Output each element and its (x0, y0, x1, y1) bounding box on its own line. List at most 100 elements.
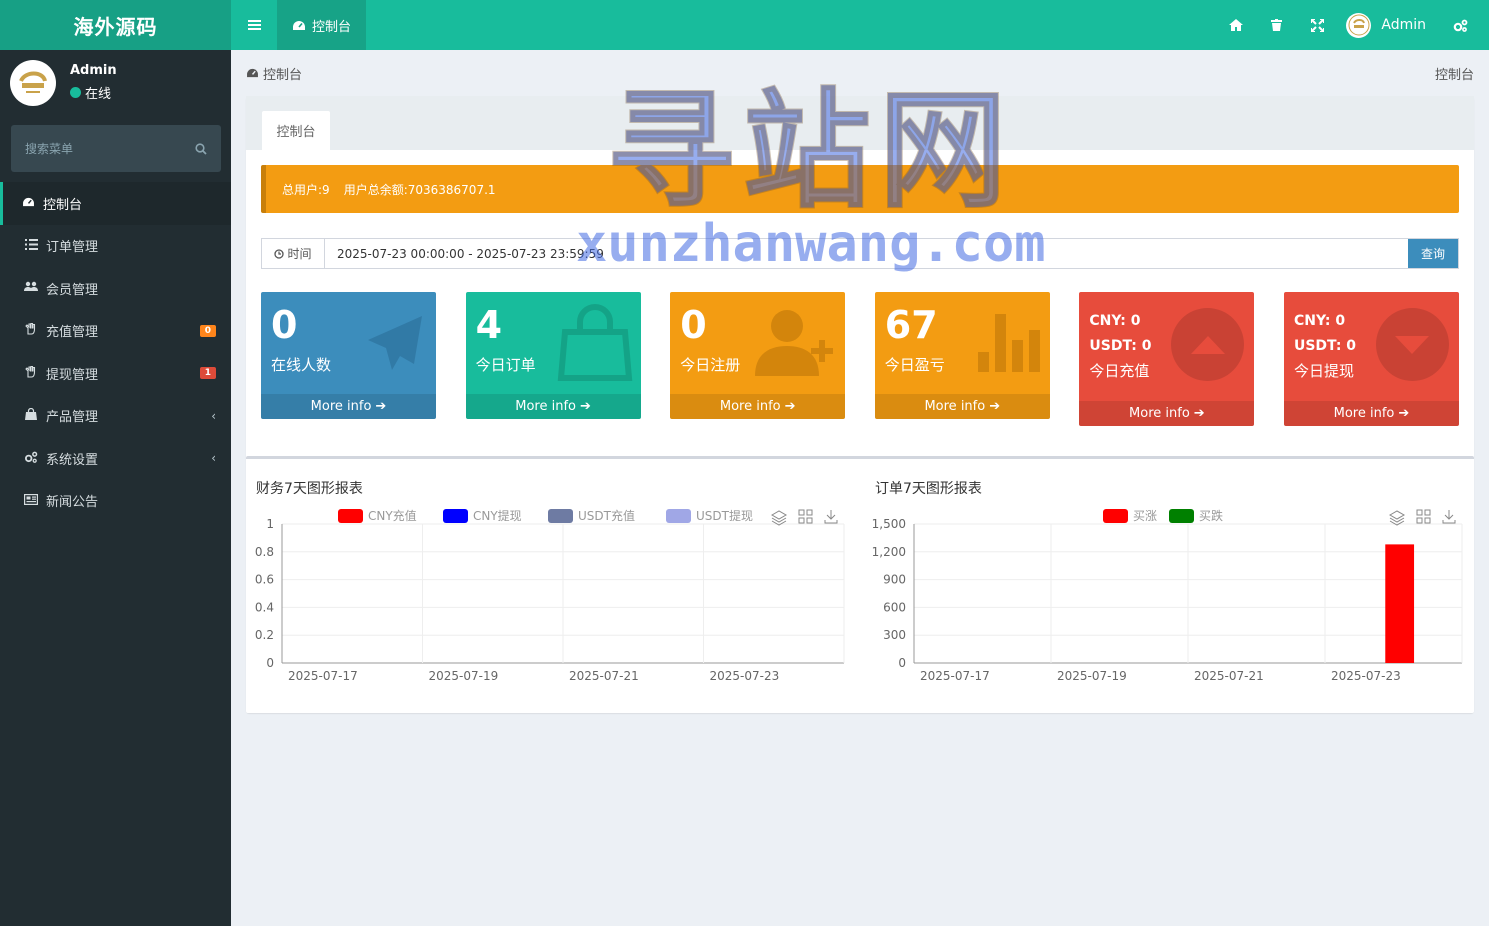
grid-view-icon[interactable] (798, 509, 813, 524)
stack-icon[interactable] (770, 510, 788, 526)
summary-callout: 总用户:9 用户总余额:7036386707.1 (261, 165, 1459, 213)
legend-swatch[interactable] (1169, 509, 1194, 523)
x-tick-label: 2025-07-23 (1331, 669, 1401, 683)
dashboard-panel: 控制台 总用户:9 用户总余额:7036386707.1 时间 2025-07-… (246, 96, 1474, 713)
sidebar-item-3[interactable]: 充值管理 0 (0, 310, 231, 353)
more-info-link[interactable]: More info ➔ (1079, 401, 1255, 426)
arrow-circle-right-icon: ➔ (1193, 406, 1205, 421)
x-tick-label: 2025-07-17 (920, 669, 990, 683)
more-info-link[interactable]: More info ➔ (670, 394, 846, 419)
arrow-circle-right-icon: ➔ (375, 399, 387, 414)
bar[interactable] (1385, 544, 1415, 663)
arrow-circle-right-icon: ➔ (784, 399, 796, 414)
y-tick-label: 900 (883, 573, 906, 587)
y-tick-label: 1,500 (872, 517, 906, 531)
search-icon[interactable] (195, 142, 207, 155)
avatar (1346, 12, 1372, 38)
user-panel: Admin 在线 (0, 50, 231, 115)
count-badge: 1 (199, 367, 216, 380)
online-dot-icon (70, 87, 81, 98)
hand-icon (24, 323, 38, 338)
stat-label: 今日盈亏 (884, 356, 945, 374)
x-tick-label: 2025-07-21 (569, 669, 639, 683)
fullscreen-icon[interactable] (1297, 0, 1338, 50)
download-icon[interactable] (824, 510, 838, 524)
y-tick-label: 1 (266, 517, 274, 531)
cogs-icon[interactable] (1440, 0, 1481, 50)
legend-label[interactable]: USDT提现 (696, 508, 753, 523)
y-tick-label: 0 (266, 656, 274, 670)
time-filter: 时间 2025-07-23 00:00:00 - 2025-07-23 23:5… (261, 238, 1459, 269)
arrow-circle-right-icon: ➔ (580, 399, 591, 414)
more-info-link[interactable]: More info ➔ (261, 394, 436, 419)
users-icon (24, 281, 38, 295)
y-tick-label: 1,200 (872, 545, 906, 559)
total-users: 总用户:9 (282, 182, 330, 197)
sidebar-item-label: 控制台 (43, 197, 83, 213)
sidebar: Admin 在线 搜索菜单 控制台订单管理会员管理 充值管理 0 提现管理 1 产品管理 ‹… (0, 50, 231, 926)
menu-toggle-icon[interactable] (231, 0, 277, 50)
legend-label[interactable]: CNY提现 (473, 508, 522, 523)
sidebar-item-label: 订单管理 (46, 240, 99, 256)
dashboard-icon (247, 68, 258, 78)
stat-card-recharge: CNY: 0 USDT: 0 今日充值 More info ➔ (1079, 292, 1255, 426)
search-input[interactable]: 搜索菜单 (11, 125, 221, 172)
stack-icon[interactable] (1388, 510, 1406, 526)
query-button[interactable]: 查询 (1408, 239, 1458, 268)
more-info-link[interactable]: More info ➔ (1283, 401, 1459, 426)
arrow-up-circle-icon (1171, 308, 1245, 381)
time-label: 时间 (262, 239, 325, 268)
legend-label[interactable]: 买跌 (1199, 508, 1223, 523)
legend-label[interactable]: 买涨 (1133, 508, 1157, 523)
legend-swatch[interactable] (548, 509, 573, 523)
stat-value: 0 (271, 303, 298, 347)
stat-value: 0 (680, 303, 707, 347)
y-tick-label: 0.2 (255, 628, 274, 642)
arrow-down-circle-icon (1375, 308, 1449, 381)
chevron-left-icon: ‹ (211, 408, 216, 423)
legend-swatch[interactable] (666, 509, 691, 523)
grid-view-icon[interactable] (1416, 509, 1431, 524)
legend-label[interactable]: CNY充值 (368, 508, 417, 523)
sidebar-item-4[interactable]: 提现管理 1 (0, 352, 231, 395)
stat-label: 今日提现 (1293, 362, 1354, 380)
breadcrumb-left[interactable]: 控制台 (263, 64, 302, 83)
date-range-input[interactable]: 2025-07-23 00:00:00 - 2025-07-23 23:59:5… (325, 239, 1408, 268)
hand-icon (24, 365, 38, 381)
trash-icon[interactable] (1256, 0, 1297, 50)
app-logo[interactable]: 海外源码 (0, 0, 231, 50)
sidebar-user-name: Admin (70, 63, 117, 78)
sidebar-item-label: 系统设置 (46, 452, 99, 468)
user-plus-icon (755, 310, 834, 376)
cny-value: CNY: 0 (1089, 313, 1141, 329)
more-info-link[interactable]: More info ➔ (874, 394, 1050, 419)
legend-swatch[interactable] (1103, 509, 1128, 523)
charts-panel: 财务7天图形报表 订单7天图形报表 0 0.2 0.4 0.6 0.8 1 2025-07-… (246, 456, 1474, 713)
sidebar-item-2[interactable]: 会员管理 (0, 267, 231, 310)
sidebar-item-label: 产品管理 (46, 410, 99, 426)
usdt-value: USDT: 0 (1293, 338, 1357, 354)
legend-label[interactable]: USDT充值 (578, 508, 635, 523)
sidebar-item-6[interactable]: 系统设置 ‹ (0, 437, 231, 480)
sidebar-item-7[interactable]: 新闻公告 (0, 480, 231, 523)
legend-swatch[interactable] (443, 509, 468, 523)
download-icon[interactable] (1442, 510, 1456, 524)
sidebar-item-5[interactable]: 产品管理 ‹ (0, 395, 231, 438)
user-menu[interactable]: Admin (1338, 12, 1440, 38)
sidebar-item-0[interactable]: 控制台 (0, 182, 231, 225)
stat-label: 今日订单 (475, 356, 536, 374)
sidebar-item-label: 充值管理 (46, 325, 99, 341)
tab-dashboard[interactable]: 控制台 (277, 0, 367, 50)
main-content: 控制台 控制台 控制台 总用户:9 用户总余额:7036386707.1 时间 … (246, 50, 1474, 713)
more-info-link[interactable]: More info ➔ (465, 394, 641, 419)
y-tick-label: 600 (883, 600, 906, 614)
sidebar-item-1[interactable]: 订单管理 (0, 225, 231, 268)
y-tick-label: 0 (898, 656, 906, 670)
legend-swatch[interactable] (338, 509, 363, 523)
list-icon (24, 238, 38, 253)
panel-tab-dashboard[interactable]: 控制台 (262, 111, 330, 150)
sidebar-menu: 控制台 订单管理 会员管理 充值管理 0 提现管理 1 产品管理 ‹ 系统设置 ‹ 新闻公告 (0, 182, 231, 522)
bag-icon (24, 408, 38, 423)
home-icon[interactable] (1215, 0, 1256, 50)
top-navbar: 控制台 Admin (231, 0, 1489, 50)
